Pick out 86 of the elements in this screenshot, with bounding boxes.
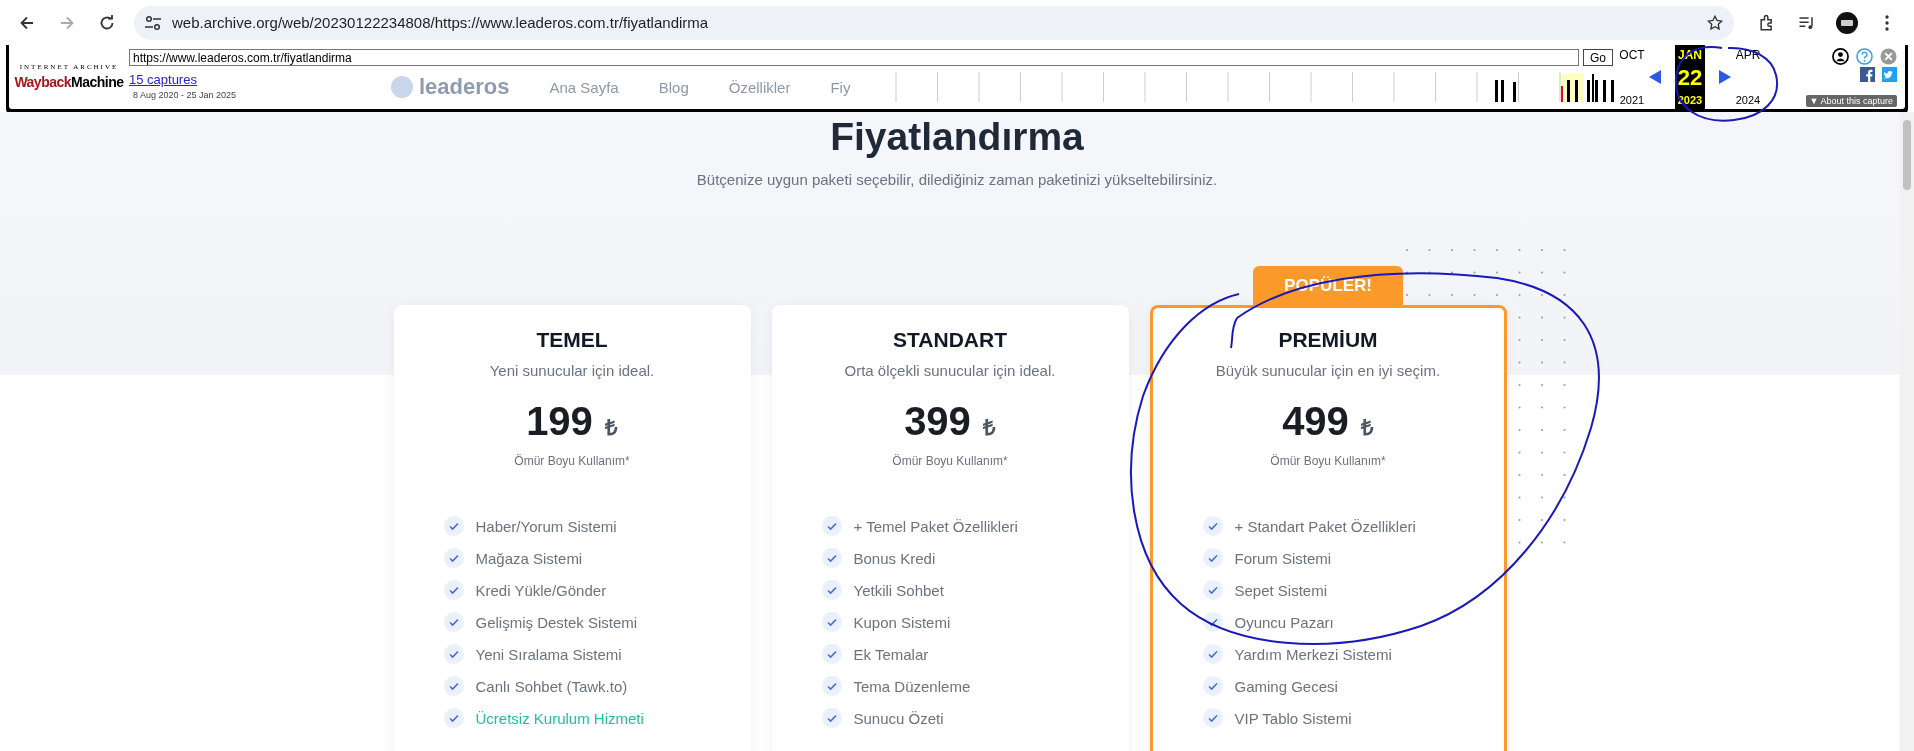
- feature-text: Oyuncu Pazarı: [1234, 613, 1334, 631]
- check-icon: [443, 516, 464, 536]
- check-icon: [1202, 580, 1223, 600]
- plan-note: Ömür Boyu Kullanım*: [514, 454, 630, 468]
- account-icon[interactable]: [1832, 48, 1849, 65]
- feature-text: Haber/Yorum Sistemi: [475, 517, 617, 535]
- feature-text: Sepet Sistemi: [1234, 581, 1328, 599]
- feature-text: Gelişmiş Destek Sistemi: [475, 613, 638, 631]
- plan-name: STANDART: [893, 328, 1007, 352]
- feature-text: Bonus Kredi: [853, 549, 936, 567]
- feature-text: Mağaza Sistemi: [475, 549, 583, 567]
- check-icon: [821, 644, 842, 664]
- feature-text: Kupon Sistemi: [853, 613, 951, 631]
- check-icon: [1202, 708, 1223, 728]
- check-icon: [443, 708, 464, 728]
- check-icon: [1202, 676, 1223, 696]
- check-icon: [443, 676, 464, 696]
- close-icon[interactable]: [1880, 48, 1897, 65]
- plan-tagline: Yeni sunucular için ideal.: [489, 362, 655, 379]
- wayback-machine-logo[interactable]: WaybackMachine: [14, 73, 124, 91]
- about-capture-button[interactable]: ▼ About this capture: [1805, 95, 1897, 107]
- currency-symbol: ₺: [604, 414, 618, 441]
- plan-name: TEMEL: [536, 328, 608, 352]
- check-icon: [1202, 516, 1223, 536]
- logo-icon: [391, 76, 413, 98]
- day-label: 22: [1677, 65, 1703, 91]
- page-subtitle: Bütçenize uygun paketi seçebilir, dilediğiniz zaman paketinizi yükseltebilirsiniz.: [695, 171, 1219, 188]
- plan-price: 399: [904, 399, 971, 444]
- feature-text: Kredi Yükle/Gönder: [475, 581, 607, 599]
- check-icon: [821, 580, 842, 600]
- next-capture-icon[interactable]: [1719, 70, 1731, 84]
- check-icon: [443, 548, 464, 568]
- feature-text: + Temel Paket Özellikleri: [853, 517, 1018, 535]
- feature-text: Forum Sistemi: [1234, 549, 1332, 567]
- scrollbar[interactable]: [1900, 112, 1914, 751]
- feature-text: Canlı Sohbet (Tawk.to): [475, 677, 628, 695]
- check-icon: [821, 516, 842, 536]
- year-label: 2024: [1735, 94, 1761, 106]
- currency-symbol: ₺: [1360, 414, 1374, 441]
- go-button[interactable]: Go: [1583, 49, 1613, 66]
- check-icon: [1202, 548, 1223, 568]
- plan-note: Ömür Boyu Kullanım*: [1270, 454, 1386, 468]
- check-icon: [821, 676, 842, 696]
- capture-timeline-graph[interactable]: [895, 72, 1615, 104]
- site-info-icon[interactable]: [144, 14, 162, 31]
- check-icon: [821, 548, 842, 568]
- feature-text: Sunucu Özeti: [853, 709, 944, 727]
- check-icon: [1202, 644, 1223, 664]
- check-icon: [443, 644, 464, 664]
- previous-capture-icon[interactable]: [1649, 70, 1661, 84]
- site-logo-text: leaderos: [419, 74, 510, 100]
- plan-price: 499: [1282, 399, 1349, 444]
- help-icon[interactable]: [1856, 48, 1873, 65]
- feature-text: Yetkili Sohbet: [853, 581, 944, 599]
- plan-price: 199: [526, 399, 593, 444]
- plan-note: Ömür Boyu Kullanım*: [892, 454, 1008, 468]
- feature-text: Ücretsiz Kurulum Hizmeti: [475, 709, 644, 727]
- plan-name: PREMİUM: [1278, 328, 1378, 352]
- page-title: Fiyatlandırma: [829, 114, 1085, 159]
- feature-text: Tema Düzenleme: [853, 677, 971, 695]
- year-label: 2021: [1619, 94, 1645, 106]
- url-text: web.archive.org/web/20230122234808/https://www.leaderos.com.tr/fiyatlandirma: [172, 14, 710, 31]
- reload-icon[interactable]: [98, 13, 116, 32]
- check-icon: [1202, 612, 1223, 632]
- facebook-icon[interactable]: [1860, 67, 1875, 82]
- feature-text: + Standart Paket Özellikleri: [1234, 517, 1416, 535]
- timeline-month[interactable]: OCT 2021: [1615, 45, 1649, 109]
- check-icon: [443, 580, 464, 600]
- check-icon: [821, 612, 842, 632]
- feature-text: VIP Tablo Sistemi: [1234, 709, 1352, 727]
- currency-symbol: ₺: [982, 414, 996, 441]
- feature-text: Ek Temalar: [853, 645, 929, 663]
- captures-link[interactable]: 15 captures: [129, 72, 197, 87]
- url-input[interactable]: https://www.leaderos.com.tr/fiyatlandirma: [129, 49, 1579, 66]
- plan-tagline: Orta ölçekli sunucular için ideal.: [844, 362, 1056, 379]
- date-range: 8 Aug 2020 - 25 Jan 2025: [132, 90, 238, 100]
- check-icon: [443, 612, 464, 632]
- check-icon: [821, 708, 842, 728]
- star-icon[interactable]: [1706, 13, 1724, 32]
- month-label: OCT: [1619, 48, 1645, 62]
- feature-text: Yardım Merkezi Sistemi: [1234, 645, 1392, 663]
- plan-tagline: Büyük sunucular için en iyi seçim.: [1215, 362, 1441, 379]
- twitter-icon[interactable]: [1882, 67, 1897, 82]
- feature-text: Yeni Sıralama Sistemi: [475, 645, 622, 663]
- address-bar[interactable]: web.archive.org/web/20230122234808/https://www.leaderos.com.tr/fiyatlandirma: [134, 5, 1734, 40]
- feature-text: Gaming Gecesi: [1234, 677, 1338, 695]
